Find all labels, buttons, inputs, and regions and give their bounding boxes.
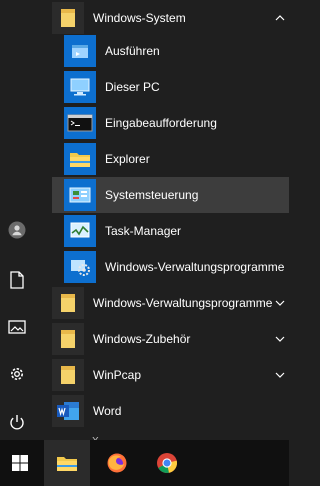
chevron-up-icon (275, 15, 285, 21)
pictures-button[interactable] (0, 310, 34, 344)
app-explorer[interactable]: Explorer (64, 141, 289, 177)
file-explorer-icon (64, 143, 96, 175)
start-menu-rail (0, 0, 34, 440)
taskbar-file-explorer[interactable] (44, 440, 90, 486)
app-word[interactable]: Word (52, 393, 289, 429)
app-label: Systemsteuerung (105, 188, 199, 202)
folder-icon (52, 2, 84, 34)
firefox-icon (107, 453, 127, 473)
file-explorer-icon (57, 457, 77, 471)
start-menu-app-list: Windows-System Ausführen Dieser PC Einga… (34, 0, 289, 447)
app-windows-verwaltungsprogramme[interactable]: Windows-Verwaltungsprogramme (64, 249, 289, 285)
admin-tools-icon (64, 251, 96, 283)
control-panel-icon (64, 179, 96, 211)
app-dieser-pc[interactable]: Dieser PC (64, 69, 289, 105)
computer-icon (64, 71, 96, 103)
group-label: Windows-Zubehör (93, 332, 191, 346)
app-label: Dieser PC (105, 80, 160, 94)
chevron-down-icon (275, 300, 285, 306)
folder-icon (52, 323, 84, 355)
documents-icon (10, 271, 24, 289)
group-windows-zubehoer[interactable]: Windows-Zubehör (52, 321, 289, 357)
group-label: Windows-Verwaltungsprogramme (93, 296, 273, 310)
chevron-down-icon (275, 336, 285, 342)
command-prompt-icon (64, 107, 96, 139)
settings-icon (11, 368, 23, 380)
folder-icon (52, 359, 84, 391)
group-label: Windows-System (93, 11, 186, 25)
taskbar-chrome[interactable] (144, 440, 190, 486)
user-account-button[interactable] (0, 213, 34, 247)
app-label: Word (93, 404, 122, 418)
power-icon (10, 415, 24, 430)
settings-button[interactable] (0, 357, 34, 391)
chrome-icon (157, 453, 177, 474)
app-eingabeaufforderung[interactable]: Eingabeaufforderung (64, 105, 289, 141)
taskbar-firefox[interactable] (94, 440, 140, 486)
chevron-down-icon (275, 372, 285, 378)
start-button[interactable] (0, 440, 40, 486)
app-label: Task-Manager (105, 224, 182, 238)
app-label: Ausführen (105, 44, 160, 58)
app-label: Explorer (105, 152, 150, 166)
power-button[interactable] (0, 405, 34, 439)
task-manager-icon (64, 215, 96, 247)
app-systemsteuerung[interactable]: Systemsteuerung (52, 177, 289, 213)
pictures-icon (8, 320, 26, 334)
group-winpcap[interactable]: WinPcap (52, 357, 289, 393)
documents-button[interactable] (0, 263, 34, 297)
app-label: Windows-Verwaltungsprogramme (105, 260, 285, 274)
run-icon (64, 35, 96, 67)
user-icon (8, 221, 26, 239)
group-windows-verwaltungsprogramme[interactable]: Windows-Verwaltungsprogramme (52, 285, 289, 321)
app-task-manager[interactable]: Task-Manager (64, 213, 289, 249)
group-windows-system[interactable]: Windows-System (52, 0, 289, 36)
folder-icon (52, 287, 84, 319)
windows-start-icon (12, 455, 28, 471)
app-label: Eingabeaufforderung (105, 116, 217, 130)
taskbar (0, 440, 289, 486)
word-icon (52, 395, 84, 427)
app-ausfuehren[interactable]: Ausführen (64, 33, 289, 69)
group-label: WinPcap (93, 368, 142, 382)
